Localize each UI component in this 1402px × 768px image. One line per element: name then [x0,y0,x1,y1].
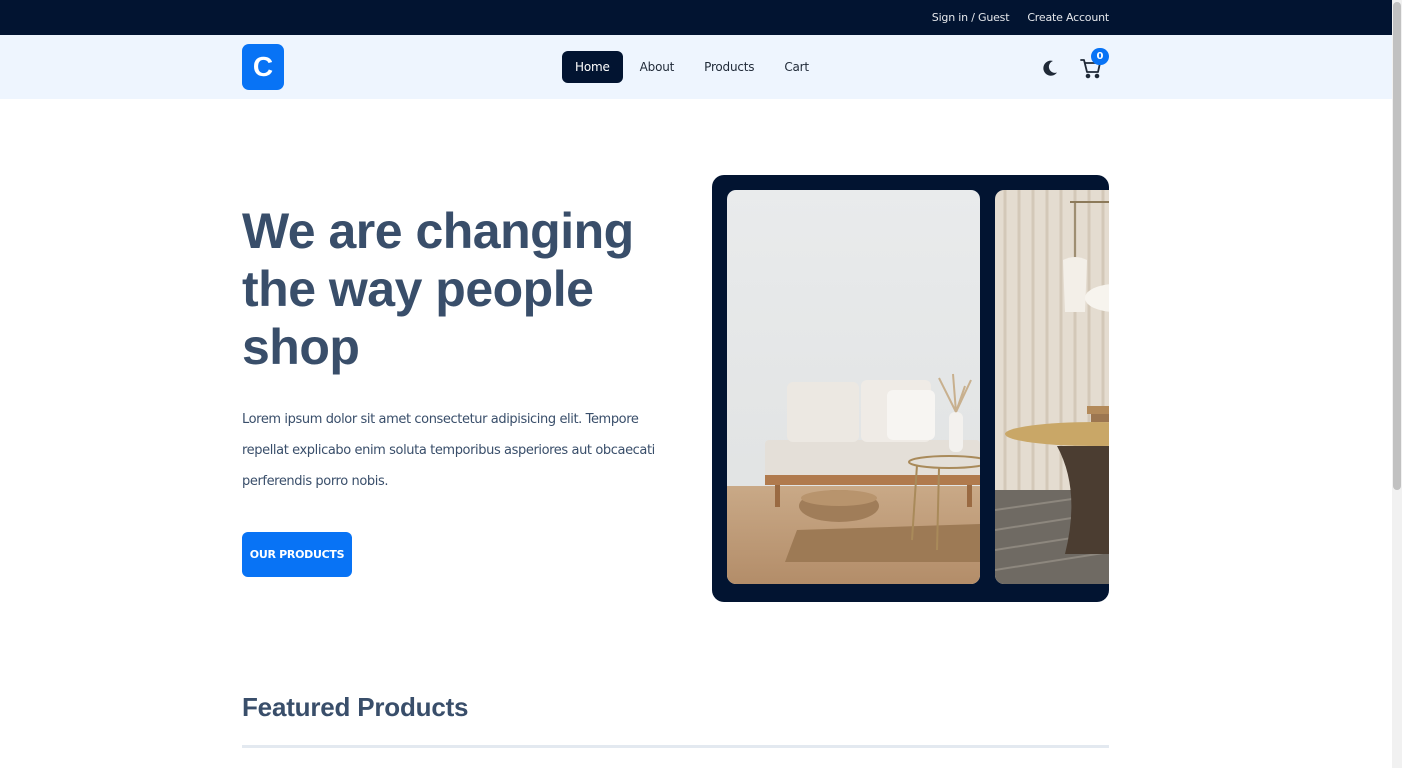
top-bar-links: Sign in / Guest Create Account [932,0,1109,35]
nav-link-about[interactable]: About [627,51,687,83]
hero-description: Lorem ipsum dolor sit amet consectetur a… [242,412,655,489]
carousel-image-dining [995,190,1109,584]
scrollbar-thumb[interactable] [1393,2,1401,490]
section-divider [242,745,1109,748]
featured-products-title: Featured Products [242,692,469,722]
navbar: C Home About Products Cart 0 [0,35,1392,99]
page: Sign in / Guest Create Account C Home Ab… [0,0,1402,768]
carousel-image-living-room [727,190,980,584]
nav-link-cart[interactable]: Cart [771,51,822,83]
create-account-link[interactable]: Create Account [1027,11,1109,24]
nav-actions: 0 [1040,48,1110,85]
hero-title: We are changing the way people shop [242,203,634,375]
our-products-button[interactable]: OUR PRODUCTS [242,532,352,577]
hero-carousel[interactable] [712,175,1109,602]
cart-count-badge: 0 [1091,48,1109,65]
page-scrollbar[interactable] [1392,0,1402,768]
nav-link-products[interactable]: Products [691,51,767,83]
nav-links: Home About Products Cart [562,51,822,83]
nav-link-home[interactable]: Home [562,51,623,83]
logo-button[interactable]: C [242,44,284,90]
moon-icon[interactable] [1040,57,1062,79]
signin-link[interactable]: Sign in / Guest [932,11,1010,24]
top-bar: Sign in / Guest Create Account [0,0,1392,35]
